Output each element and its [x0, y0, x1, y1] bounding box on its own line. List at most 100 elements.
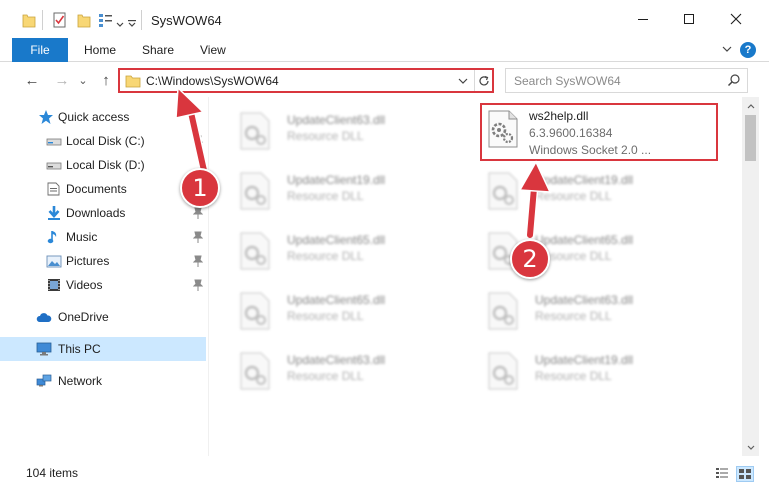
- sidebar-item-label: OneDrive: [58, 310, 109, 324]
- address-path[interactable]: C:\Windows\SysWOW64: [146, 74, 279, 88]
- title-bar: SysWOW64: [0, 0, 769, 38]
- sidebar-item-onedrive[interactable]: OneDrive: [0, 305, 206, 329]
- refresh-button[interactable]: [474, 70, 492, 91]
- documents-icon: [47, 182, 60, 196]
- file-type: Resource DLL: [287, 189, 364, 203]
- sidebar-item-pictures[interactable]: Pictures: [0, 249, 206, 273]
- sidebar-item-videos[interactable]: Videos: [0, 273, 206, 297]
- sidebar-item-documents[interactable]: Documents: [0, 177, 206, 201]
- close-icon: [730, 13, 742, 25]
- sidebar-item-label: Quick access: [58, 110, 130, 124]
- file-tile[interactable]: UpdateClient63.dll Resource DLL: [215, 343, 445, 393]
- file-tile[interactable]: UpdateClient19.dll Resource DLL: [463, 343, 693, 393]
- chevron-down-icon: [747, 445, 754, 450]
- new-folder-icon[interactable]: [77, 12, 91, 28]
- sidebar-item-label: This PC: [58, 342, 101, 356]
- pin-icon[interactable]: [193, 279, 203, 291]
- cloud-icon: [36, 313, 52, 322]
- scroll-thumb[interactable]: [745, 115, 756, 161]
- sidebar-item-label: Music: [66, 230, 98, 244]
- pin-icon[interactable]: [193, 231, 203, 243]
- file-name: UpdateClient65.dll: [287, 293, 386, 307]
- details-view-button[interactable]: [714, 466, 732, 482]
- recent-locations-button[interactable]: ⌄: [76, 69, 90, 91]
- sidebar-item-this-pc[interactable]: This PC: [0, 337, 206, 361]
- navigation-pane: Quick access Local Disk (C:) Local Disk …: [0, 103, 208, 456]
- file-tile[interactable]: UpdateClient63.dll Resource DLL: [215, 103, 445, 153]
- qa-dropdown-icon[interactable]: [116, 17, 124, 33]
- file-tile[interactable]: UpdateClient19.dll Resource DLL: [463, 163, 693, 213]
- dll-file-icon: [240, 112, 270, 150]
- tab-home[interactable]: Home: [84, 38, 116, 62]
- maximize-button[interactable]: [666, 0, 712, 38]
- sidebar-item-local-disk-d[interactable]: Local Disk (D:): [0, 153, 206, 177]
- file-name: UpdateClient19.dll: [535, 353, 634, 367]
- videos-icon: [48, 279, 60, 291]
- properties-icon[interactable]: [53, 12, 67, 28]
- expand-ribbon-icon[interactable]: [722, 44, 732, 54]
- sidebar-item-local-disk-c[interactable]: Local Disk (C:): [0, 129, 206, 153]
- tab-share[interactable]: Share: [142, 38, 174, 62]
- customize-toolbar-icon[interactable]: [128, 16, 136, 32]
- dll-file-icon: [240, 172, 270, 210]
- title-divider: [141, 10, 142, 30]
- item-count: 104 items: [26, 466, 79, 480]
- folder-icon: [125, 75, 141, 88]
- file-tile[interactable]: UpdateClient65.dll Resource DLL: [463, 223, 693, 273]
- dll-file-icon: [488, 292, 518, 330]
- back-button[interactable]: ←: [21, 69, 43, 91]
- folder-icon[interactable]: [22, 12, 36, 28]
- sidebar-item-label: Local Disk (C:): [66, 134, 145, 148]
- drive-icon: [46, 162, 62, 170]
- up-button[interactable]: ↑: [95, 69, 117, 91]
- close-button[interactable]: [713, 0, 759, 38]
- file-tile[interactable]: UpdateClient63.dll Resource DLL: [463, 283, 693, 333]
- music-icon: [47, 231, 57, 244]
- tiles-view-button[interactable]: [736, 466, 754, 482]
- highlight-box: [480, 103, 718, 161]
- file-name: UpdateClient63.dll: [287, 113, 386, 127]
- search-input[interactable]: Search SysWOW64: [514, 74, 621, 88]
- minimize-button[interactable]: [620, 0, 666, 38]
- file-tile[interactable]: UpdateClient65.dll Resource DLL: [215, 223, 445, 273]
- scroll-up-button[interactable]: [742, 97, 759, 114]
- status-bar: 104 items: [0, 458, 769, 488]
- search-box[interactable]: Search SysWOW64: [505, 68, 748, 93]
- tab-file[interactable]: File: [12, 38, 68, 62]
- sidebar-item-label: Documents: [66, 182, 127, 196]
- sidebar-item-quick-access[interactable]: Quick access: [0, 105, 206, 129]
- chevron-up-icon: [747, 103, 754, 108]
- step-1-badge: 1: [180, 168, 220, 208]
- sidebar-item-downloads[interactable]: Downloads: [0, 201, 206, 225]
- forward-button[interactable]: →: [51, 69, 73, 91]
- back-arrow-icon: ←: [24, 71, 40, 89]
- help-icon[interactable]: ?: [740, 42, 756, 58]
- forward-arrow-icon: →: [54, 71, 70, 89]
- refresh-icon: [478, 75, 489, 85]
- pin-icon[interactable]: [193, 135, 203, 147]
- star-icon: [39, 110, 53, 124]
- address-dropdown-button[interactable]: [455, 72, 471, 90]
- search-icon[interactable]: [727, 73, 741, 87]
- sidebar-item-label: Local Disk (D:): [66, 158, 145, 172]
- file-tile[interactable]: UpdateClient65.dll Resource DLL: [215, 283, 445, 333]
- file-type: Resource DLL: [535, 369, 612, 383]
- file-name: UpdateClient19.dll: [535, 173, 634, 187]
- dll-file-icon: [240, 352, 270, 390]
- address-bar[interactable]: C:\Windows\SysWOW64: [118, 68, 494, 93]
- pin-icon[interactable]: [193, 255, 203, 267]
- computer-icon: [36, 342, 52, 356]
- scroll-down-button[interactable]: [742, 439, 759, 456]
- pictures-icon: [46, 255, 62, 268]
- pin-icon[interactable]: [193, 207, 203, 219]
- customize-view-icon[interactable]: [98, 12, 114, 28]
- ribbon: File Home Share View ?: [0, 38, 769, 62]
- vertical-scrollbar[interactable]: [742, 97, 759, 456]
- file-tile[interactable]: UpdateClient19.dll Resource DLL: [215, 163, 445, 213]
- sidebar-item-music[interactable]: Music: [0, 225, 206, 249]
- file-type: Resource DLL: [535, 189, 612, 203]
- tab-view[interactable]: View: [200, 38, 226, 62]
- window-title: SysWOW64: [151, 13, 222, 28]
- download-icon: [48, 206, 60, 220]
- sidebar-item-network[interactable]: Network: [0, 369, 206, 393]
